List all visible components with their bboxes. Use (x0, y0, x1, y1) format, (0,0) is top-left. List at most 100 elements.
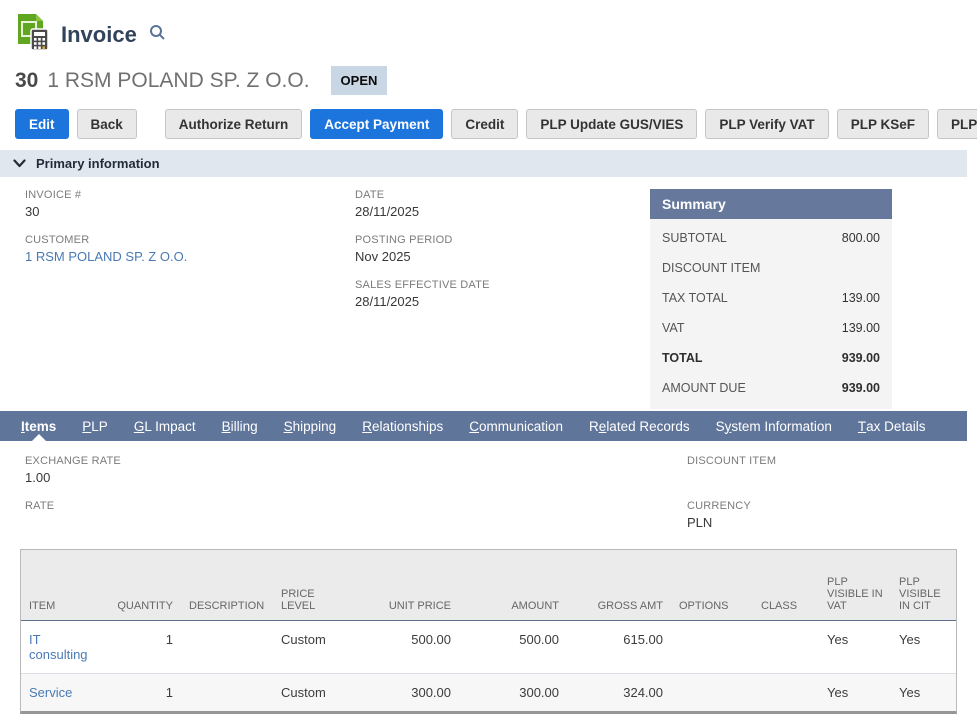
field-value (25, 515, 687, 530)
plp-verify-vat-button[interactable]: PLP Verify VAT (705, 109, 828, 139)
field-value: 1.00 (25, 470, 687, 485)
summary-row-tax-total: TAX TOTAL 139.00 (650, 283, 892, 313)
column-header-description: DESCRIPTION (181, 550, 273, 620)
cell-item: Service (21, 673, 93, 711)
field-sales-effective-date: SALES EFFECTIVE DATE 28/11/2025 (355, 279, 650, 309)
field-value: PLN (687, 515, 977, 530)
cell-price-level: Custom (273, 673, 351, 711)
summary-value: 139.00 (842, 321, 880, 335)
column-header-gross-amt: GROSS AMT (567, 550, 671, 620)
field-label: SALES EFFECTIVE DATE (355, 279, 650, 291)
cell-price-level: Custom (273, 620, 351, 673)
cell-description (181, 620, 273, 673)
summary-value: 939.00 (842, 381, 880, 395)
summary-label: SUBTOTAL (662, 231, 727, 245)
field-label: DATE (355, 189, 650, 201)
column-header-class: CLASS (753, 550, 819, 620)
summary-label: DISCOUNT ITEM (662, 261, 760, 275)
field-label: RATE (25, 500, 687, 512)
cell-gross-amt: 615.00 (567, 620, 671, 673)
active-tab-notch (32, 434, 46, 441)
field-customer: CUSTOMER 1 RSM POLAND SP. Z O.O. (25, 234, 355, 264)
column-header-options: OPTIONS (671, 550, 753, 620)
cell-options (671, 673, 753, 711)
summary-label: AMOUNT DUE (662, 381, 746, 395)
tab-shipping[interactable]: Shipping (271, 411, 350, 441)
field-label: CUSTOMER (25, 234, 355, 246)
column-header-plp-visible-in-vat: PLP VISIBLE IN VAT (819, 550, 891, 620)
tab-tax-details[interactable]: Tax Details (845, 411, 939, 441)
field-label: INVOICE # (25, 189, 355, 201)
primary-information-body: INVOICE # 30 CUSTOMER 1 RSM POLAND SP. Z… (0, 177, 977, 411)
summary-row-total: TOTAL939.00 (650, 343, 892, 373)
field-rate: RATE (25, 500, 687, 530)
column-header-plp-visible-in-cit: PLP VISIBLE IN CIT (891, 550, 956, 620)
cell-class (753, 673, 819, 711)
tab-system-information[interactable]: System Information (703, 411, 845, 441)
summary-label: TAX TOTAL (662, 291, 728, 305)
column-header-item: ITEM (21, 550, 93, 620)
table-header-row: ITEMQUANTITYDESCRIPTIONPRICE LEVELUNIT P… (21, 550, 956, 620)
plp-ksef-button[interactable]: PLP KSeF (837, 109, 929, 139)
field-value: Nov 2025 (355, 249, 650, 264)
record-name: 1 RSM POLAND SP. Z O.O. (47, 69, 309, 93)
field-invoice-number: INVOICE # 30 (25, 189, 355, 219)
cell-amount: 500.00 (459, 620, 567, 673)
cell-quantity: 1 (93, 620, 181, 673)
items-table: ITEMQUANTITYDESCRIPTIONPRICE LEVELUNIT P… (20, 549, 957, 714)
field-value: 30 (25, 204, 355, 219)
items-tab-fields: EXCHANGE RATE 1.00 RATE DISCOUNT ITEM CU… (0, 441, 977, 545)
summary-value: 800.00 (842, 231, 880, 245)
item-link[interactable]: Service (29, 685, 72, 700)
cell-item: IT consulting (21, 620, 93, 673)
credit-button[interactable]: Credit (451, 109, 518, 139)
plp-print-button[interactable]: PLP Print (937, 109, 977, 139)
cell-unit-price: 500.00 (351, 620, 459, 673)
accept-payment-button[interactable]: Accept Payment (310, 109, 443, 139)
cell-plp-visible-in-vat: Yes (819, 620, 891, 673)
tab-items[interactable]: Items (8, 411, 69, 441)
tab-plp[interactable]: PLP (69, 411, 121, 441)
tab-relationships[interactable]: Relationships (349, 411, 456, 441)
summary-value: 939.00 (842, 351, 880, 365)
cell-plp-visible-in-cit: Yes (891, 620, 956, 673)
field-value (687, 470, 977, 485)
tab-billing[interactable]: Billing (209, 411, 271, 441)
toolbar: Edit Back Authorize ReturnAccept Payment Cr… (15, 109, 977, 139)
cell-description (181, 673, 273, 711)
summary-value: 139.00 (842, 291, 880, 305)
customer-link[interactable]: 1 RSM POLAND SP. Z O.O. (25, 249, 355, 264)
tab-related-records[interactable]: Related Records (576, 411, 703, 441)
page-header: Invoice 30 1 RSM POLAND SP. Z O.O. OPEN (0, 0, 977, 95)
invoice-icon (15, 12, 51, 57)
field-label: DISCOUNT ITEM (687, 455, 977, 467)
search-icon[interactable] (149, 24, 166, 46)
column-header-unit-price: UNIT PRICE (351, 550, 459, 620)
edit-button[interactable]: Edit (15, 109, 69, 139)
chevron-down-icon[interactable] (13, 159, 26, 168)
field-label: EXCHANGE RATE (25, 455, 687, 467)
authorize-return-button[interactable]: Authorize Return (165, 109, 303, 139)
cell-gross-amt: 324.00 (567, 673, 671, 711)
tab-communication[interactable]: Communication (456, 411, 576, 441)
primary-information-bar[interactable]: Primary information (0, 150, 967, 177)
summary-row-discount-item: DISCOUNT ITEM (650, 253, 892, 283)
cell-quantity: 1 (93, 673, 181, 711)
field-label: POSTING PERIOD (355, 234, 650, 246)
tab-bar: ItemsPLPGL ImpactBillingShippingRelation… (0, 411, 967, 441)
item-link[interactable]: IT consulting (29, 632, 88, 662)
field-exchange-rate: EXCHANGE RATE 1.00 (25, 455, 687, 485)
field-date: DATE 28/11/2025 (355, 189, 650, 219)
summary-title: Summary (650, 189, 892, 219)
record-id: 30 (15, 69, 38, 93)
field-value: 28/11/2025 (355, 204, 650, 219)
summary-row-subtotal: SUBTOTAL 800.00 (650, 223, 892, 253)
plp-update-gus-vies-button[interactable]: PLP Update GUS/VIES (526, 109, 697, 139)
field-currency: CURRENCY PLN (687, 500, 977, 530)
field-label: CURRENCY (687, 500, 977, 512)
summary-row-vat: VAT139.00 (650, 313, 892, 343)
status-badge: OPEN (331, 66, 388, 95)
summary-row-amount-due: AMOUNT DUE 939.00 (650, 373, 892, 403)
tab-gl-impact[interactable]: GL Impact (121, 411, 209, 441)
back-button[interactable]: Back (77, 109, 137, 139)
